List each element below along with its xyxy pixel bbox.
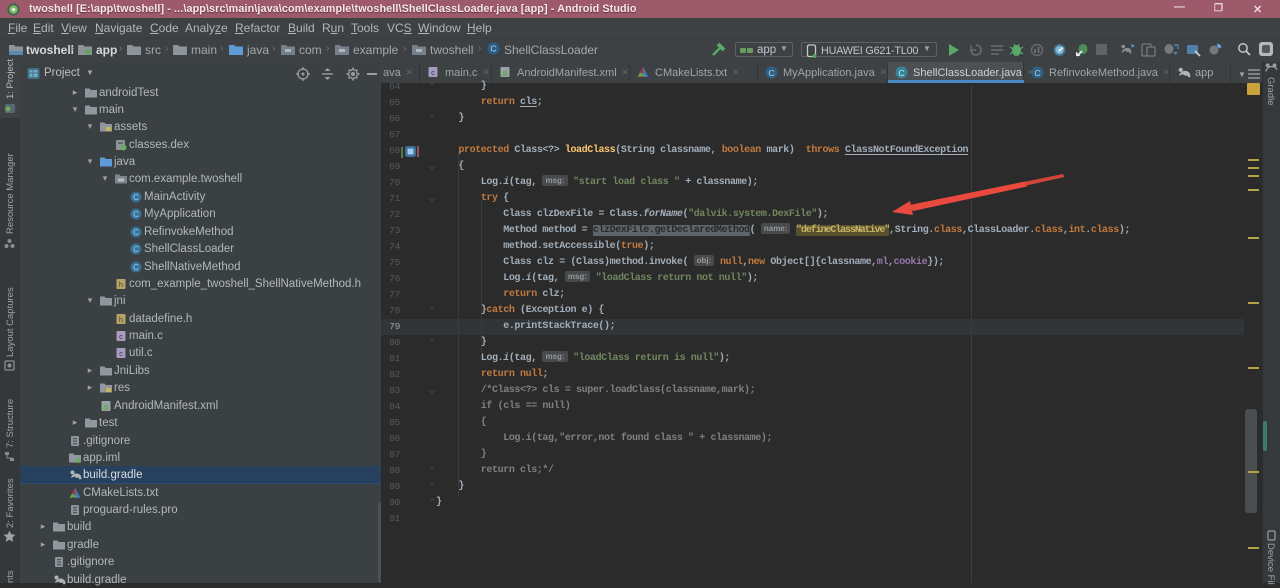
svg-text:C: C [898,68,904,78]
svg-text:C: C [768,68,774,78]
svg-text:C: C [133,245,139,254]
svg-text:C: C [133,263,139,272]
svg-text:C: C [133,193,139,202]
svg-text:c: c [119,332,123,341]
svg-text:C: C [133,228,139,237]
svg-text:C: C [133,210,139,219]
svg-text:h: h [119,315,123,324]
svg-text:c: c [431,68,435,77]
svg-text:c: c [119,349,123,358]
svg-text:h: h [119,280,123,289]
svg-text:C: C [490,44,496,54]
svg-text:C: C [1034,68,1040,78]
